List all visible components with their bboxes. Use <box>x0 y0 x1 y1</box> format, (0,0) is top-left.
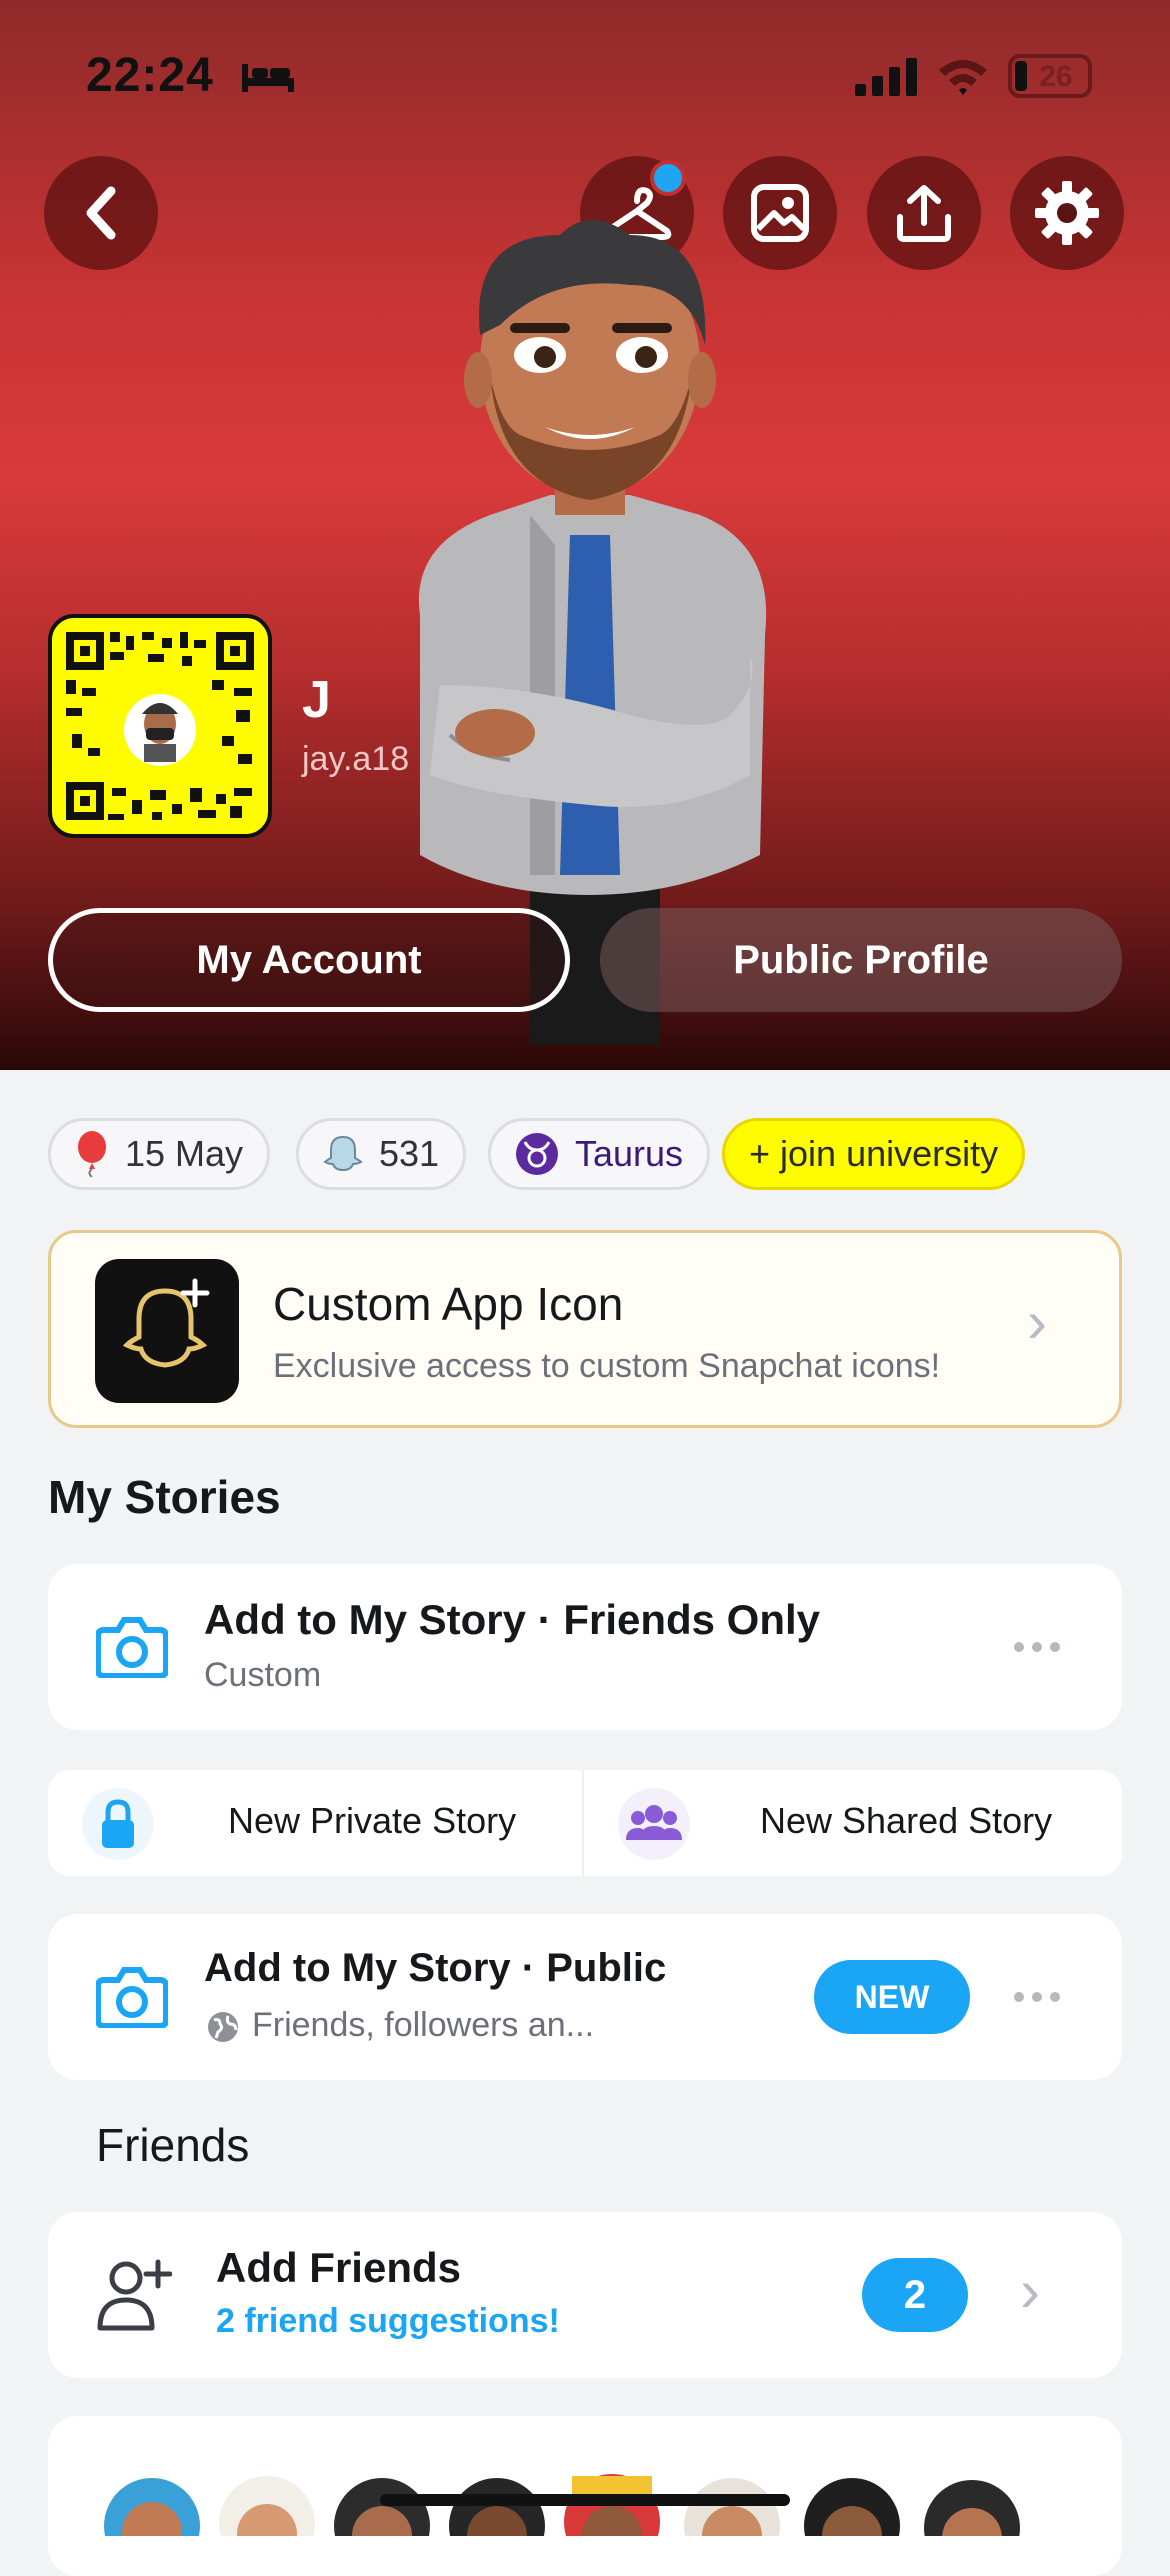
friends-only-story-title: Add to My Story · Friends Only <box>204 1596 821 1643</box>
more-options-icon[interactable] <box>1014 1642 1060 1652</box>
new-shared-story-label: New Shared Story <box>760 1800 1053 1841</box>
username: jay.a18 <box>302 740 410 778</box>
zodiac-chip[interactable]: Taurus <box>488 1118 711 1190</box>
camera-icon <box>96 1967 168 2028</box>
share-icon <box>897 185 951 242</box>
notification-dot <box>650 160 686 196</box>
ghost-icon <box>323 1134 363 1174</box>
camera-icon <box>96 1617 168 1678</box>
settings-button[interactable] <box>1010 156 1124 270</box>
my-stories-heading: My Stories <box>48 1471 281 1523</box>
add-friends-title: Add Friends <box>216 2244 462 2291</box>
new-private-story-button[interactable]: New Private Story <box>48 1770 582 1876</box>
add-story-friends-only[interactable]: Add to My Story · Friends Only Custom <box>48 1564 1122 1730</box>
back-button[interactable] <box>44 156 158 270</box>
wifi-icon <box>939 60 987 95</box>
snapchat-ghost-icon <box>122 1278 210 1368</box>
snapcode[interactable] <box>48 614 272 838</box>
battery-level: 26 <box>1039 60 1073 93</box>
friend-avatars-row <box>104 2474 1020 2536</box>
balloon-icon <box>75 1131 109 1177</box>
friend-suggestions-text: 2 friend suggestions! <box>216 2302 560 2340</box>
friend-suggestion-count: 2 <box>862 2258 968 2332</box>
taurus-icon <box>515 1132 559 1176</box>
add-friends-card[interactable]: Add Friends 2 friend suggestions! 2 › <box>48 2212 1122 2378</box>
globe-icon <box>208 2012 238 2042</box>
public-story-title: Add to My Story · Public <box>204 1946 667 1990</box>
birthday-chip[interactable]: 15 May <box>48 1118 271 1190</box>
public-story-subtitle: Friends, followers an... <box>252 2006 595 2044</box>
back-icon <box>86 186 116 240</box>
join-university-chip[interactable]: + join university <box>722 1118 1026 1190</box>
friends-heading: Friends <box>96 2119 250 2171</box>
birthday-text: 15 May <box>125 1133 244 1174</box>
signal-icon <box>855 58 917 96</box>
chevron-right-icon: › <box>1020 2257 1040 2324</box>
home-indicator <box>380 2494 790 2506</box>
gear-icon <box>1035 181 1099 245</box>
new-story-row: New Private Story New Shared Story <box>48 1770 1122 1876</box>
snapscore-text: 531 <box>379 1133 440 1174</box>
new-private-story-label: New Private Story <box>228 1800 517 1841</box>
my-account-button[interactable]: My Account <box>48 908 570 1012</box>
more-options-icon[interactable] <box>1014 1992 1060 2002</box>
chevron-right-icon: › <box>1027 1288 1047 1355</box>
custom-app-icon-title: Custom App Icon <box>273 1278 624 1330</box>
zodiac-text: Taurus <box>575 1133 684 1174</box>
custom-app-icon-card[interactable]: Custom App Icon Exclusive access to cust… <box>48 1230 1122 1428</box>
share-button[interactable] <box>867 156 981 270</box>
new-badge: NEW <box>814 1960 970 2034</box>
battery-icon: 26 <box>1008 54 1092 98</box>
snapscore-chip[interactable]: 531 <box>296 1118 467 1190</box>
display-name: J <box>302 671 331 729</box>
profile-header: 22:24 26 J jay.a18 My Account Public Pro… <box>0 0 1170 1070</box>
custom-app-icon-subtitle: Exclusive access to custom Snapchat icon… <box>273 1347 941 1385</box>
new-shared-story-button[interactable]: New Shared Story <box>584 1770 1122 1876</box>
public-profile-button[interactable]: Public Profile <box>600 908 1122 1012</box>
status-time: 22:24 <box>86 49 214 102</box>
add-story-public[interactable]: Add to My Story · Public Friends, follow… <box>48 1914 1122 2080</box>
qr-code-icon <box>66 632 254 820</box>
bed-icon <box>242 64 294 92</box>
app-icon-preview <box>95 1259 239 1403</box>
add-friend-icon <box>97 2259 172 2331</box>
lock-icon <box>82 1788 154 1860</box>
group-icon <box>618 1788 690 1860</box>
friends-only-story-subtitle: Custom <box>204 1656 322 1694</box>
